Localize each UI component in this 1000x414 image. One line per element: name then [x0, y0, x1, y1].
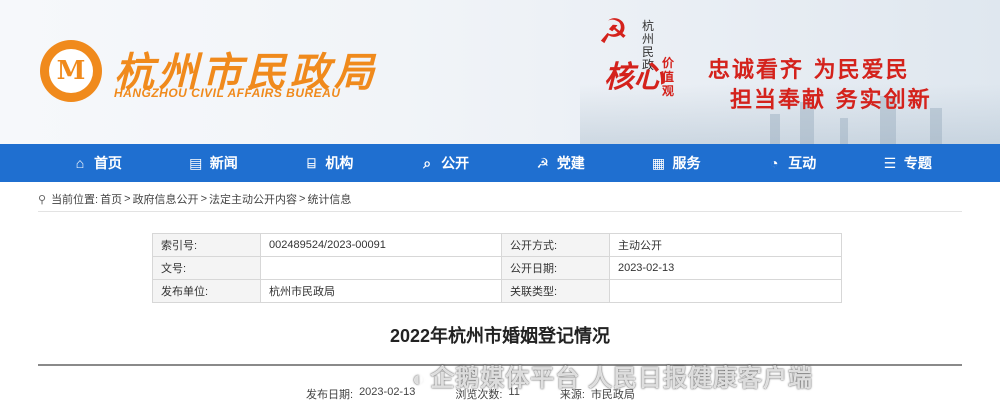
breadcrumb-prefix: 当前位置: [51, 194, 99, 206]
nav-services[interactable]: ▦ 服务 [651, 144, 701, 182]
nav-label: 新闻 [209, 155, 238, 171]
nav-label: 机构 [325, 155, 354, 171]
banner-building [840, 118, 848, 144]
nav-label: 首页 [94, 155, 122, 171]
meta-key: 发布单位: [152, 279, 261, 303]
slogan-line-2: 担当奉献 务实创新 [730, 87, 932, 113]
meta-value: 002489524/2023-00091 [260, 233, 502, 257]
nav-interaction[interactable]: ◔ 互动 [766, 144, 816, 182]
watermark: ◐ 企鹅媒体平台 人民日报健康客户端 [412, 358, 813, 393]
meta-key: 公开方式: [500, 233, 610, 257]
table-row: 发布单位: 杭州市民政局 关联类型: [152, 279, 843, 303]
banner-building [930, 108, 942, 144]
site-subtitle: HANGZHOU CIVIL AFFAIRS BUREAU [114, 86, 341, 100]
banner-building [770, 114, 780, 144]
pub-date-label: 发布日期: [306, 389, 354, 401]
meta-key: 文号: [152, 256, 261, 280]
nav-label: 党建 [556, 155, 585, 171]
logo-letter: M [49, 49, 93, 93]
location-pin-icon: ⚲ [38, 193, 47, 206]
breadcrumb-link-statutory[interactable]: 法定主动公开内容 [209, 191, 297, 207]
main-nav: ⌂ 首页 ▤ 新闻 ⌸ 机构 ⌕ 公开 ☭ 党建 ▦ 服务 ◔ 互动 ☰ 专题 [0, 144, 1000, 182]
nav-label: 专题 [903, 155, 932, 171]
meta-value [260, 256, 502, 280]
nav-party-building[interactable]: ☭ 党建 [535, 144, 585, 182]
breadcrumb-divider [38, 211, 962, 212]
table-row: 文号: 公开日期: 2023-02-13 [152, 256, 843, 280]
slogan-line-1: 忠诚看齐 为民爱民 [708, 57, 910, 83]
meta-key: 关联类型: [500, 279, 610, 303]
meta-value [608, 279, 843, 303]
breadcrumb-separator: > [124, 193, 131, 205]
meta-value: 2023-02-13 [608, 256, 843, 280]
nav-topics[interactable]: ☰ 专题 [882, 144, 932, 182]
breadcrumb-separator: > [200, 193, 207, 205]
article-title: 2022年杭州市婚姻登记情况 [389, 326, 611, 346]
nav-institutions[interactable]: ⌸ 机构 [303, 144, 353, 182]
document-meta-table: 索引号: 002489524/2023-00091 公开方式: 主动公开 文号:… [152, 233, 843, 303]
breadcrumb-link-gov-info[interactable]: 政府信息公开 [133, 191, 199, 207]
nav-label: 互动 [788, 155, 817, 171]
breadcrumb-link-home[interactable]: 首页 [100, 191, 122, 207]
nav-label: 服务 [672, 155, 701, 171]
header-banner: M 杭州市民政局 HANGZHOU CIVIL AFFAIRS BUREAU ☭… [0, 0, 1000, 144]
news-icon: ▤ [189, 154, 203, 171]
meta-key: 公开日期: [500, 256, 610, 280]
list-icon: ☰ [883, 154, 897, 171]
home-icon: ⌂ [75, 155, 85, 171]
nav-news[interactable]: ▤ 新闻 [188, 144, 238, 182]
nav-label: 公开 [441, 155, 470, 171]
meta-value: 杭州市民政局 [260, 279, 502, 303]
breadcrumb: ⚲ 当前位置: 首页 > 政府信息公开 > 法定主动公开内容 > 统计信息 [38, 191, 351, 207]
badge-values-text: 价值观 [662, 56, 675, 98]
search-doc-icon: ⌕ [423, 154, 432, 171]
party-emblem-icon: ☭ [598, 13, 629, 51]
core-values-badge: ☭ 杭州民政 核心 价值观 [598, 12, 690, 112]
breadcrumb-link-statistics[interactable]: 统计信息 [307, 191, 351, 207]
table-row: 索引号: 002489524/2023-00091 公开方式: 主动公开 [152, 233, 843, 257]
pub-date-value: 2023-02-13 [359, 386, 416, 398]
meta-key: 索引号: [152, 233, 261, 257]
grid-icon: ▦ [651, 154, 666, 171]
party-icon: ☭ [536, 154, 550, 171]
building-icon: ⌸ [307, 154, 316, 171]
penguin-icon: ◐ [412, 366, 427, 391]
bureau-logo-icon[interactable]: M [40, 40, 102, 102]
badge-heart-text: 核心 [604, 60, 664, 95]
breadcrumb-separator: > [299, 193, 306, 205]
meta-value: 主动公开 [608, 233, 843, 257]
nav-disclosure[interactable]: ⌕ 公开 [419, 144, 469, 182]
watermark-text: 企鹅媒体平台 人民日报健康客户端 [430, 365, 813, 392]
chat-icon: ◔ [769, 155, 779, 171]
nav-home[interactable]: ⌂ 首页 [72, 144, 122, 182]
